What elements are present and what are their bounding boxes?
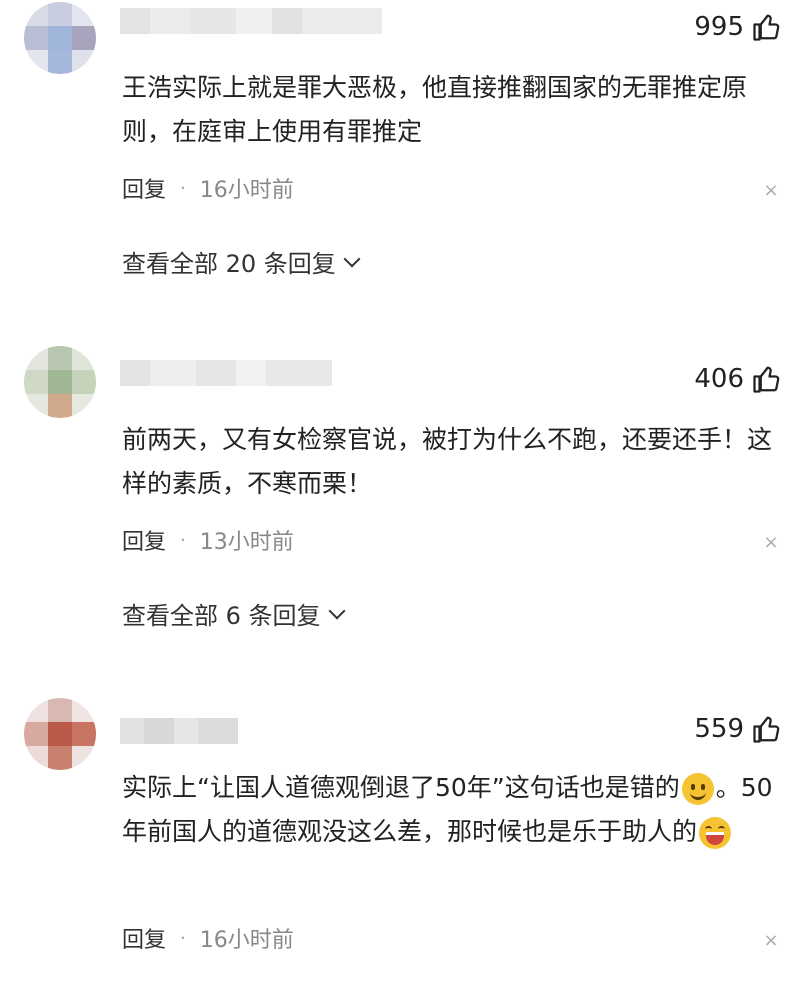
- like-count: 995: [694, 12, 744, 42]
- separator-dot: ·: [180, 177, 186, 199]
- laugh-emoji-icon: [699, 817, 732, 849]
- username-blurred[interactable]: [120, 360, 332, 386]
- smile-emoji-icon: [681, 773, 714, 805]
- like-count: 406: [694, 364, 744, 394]
- comment-text-part1: 实际上“让国人道德观倒退了50年”这句话也是错的: [122, 773, 680, 802]
- separator-dot: ·: [180, 529, 186, 551]
- thumbs-up-icon[interactable]: [752, 364, 782, 394]
- avatar[interactable]: [24, 698, 96, 770]
- view-replies-button[interactable]: 查看全部 20 条回复: [122, 244, 361, 279]
- comment-text: 王浩实际上就是罪大恶极，他直接推翻国家的无罪推定原则，在庭审上使用有罪推定: [122, 73, 748, 146]
- comment-meta: 回复 · 13小时前: [122, 524, 294, 556]
- reply-button[interactable]: 回复: [122, 922, 166, 954]
- avatar[interactable]: [24, 346, 96, 418]
- like-control[interactable]: 406: [694, 364, 782, 394]
- username-blurred[interactable]: [120, 718, 238, 744]
- comment-meta: 回复 · 16小时前: [122, 922, 294, 954]
- view-replies-label: 查看全部 20 条回复: [122, 250, 336, 278]
- thumbs-up-icon[interactable]: [752, 714, 782, 744]
- separator-dot: ·: [180, 927, 186, 949]
- thumbs-up-icon[interactable]: [752, 12, 782, 42]
- comment-meta: 回复 · 16小时前: [122, 172, 294, 204]
- like-control[interactable]: 559: [694, 714, 782, 744]
- view-replies-button[interactable]: 查看全部 6 条回复: [122, 596, 346, 631]
- close-icon[interactable]: ×: [762, 930, 780, 951]
- username-blurred[interactable]: [120, 8, 382, 34]
- timestamp: 16小时前: [199, 928, 294, 953]
- timestamp: 16小时前: [199, 178, 294, 203]
- timestamp: 13小时前: [199, 530, 294, 555]
- chevron-down-icon: [328, 602, 346, 619]
- comment-text: 实际上“让国人道德观倒退了50年”这句话也是错的 。50年前国人的道德观没这么差，…: [122, 766, 782, 854]
- close-icon[interactable]: ×: [762, 532, 780, 553]
- chevron-down-icon: [343, 250, 361, 267]
- like-control[interactable]: 995: [694, 12, 782, 42]
- reply-button[interactable]: 回复: [122, 172, 166, 204]
- view-replies-label: 查看全部 6 条回复: [122, 602, 321, 630]
- comment-text: 前两天，又有女检察官说，被打为什么不跑，还要还手！这样的素质，不寒而栗！: [122, 425, 773, 498]
- reply-button[interactable]: 回复: [122, 524, 166, 556]
- close-icon[interactable]: ×: [762, 180, 780, 201]
- like-count: 559: [694, 714, 744, 744]
- avatar[interactable]: [24, 2, 96, 74]
